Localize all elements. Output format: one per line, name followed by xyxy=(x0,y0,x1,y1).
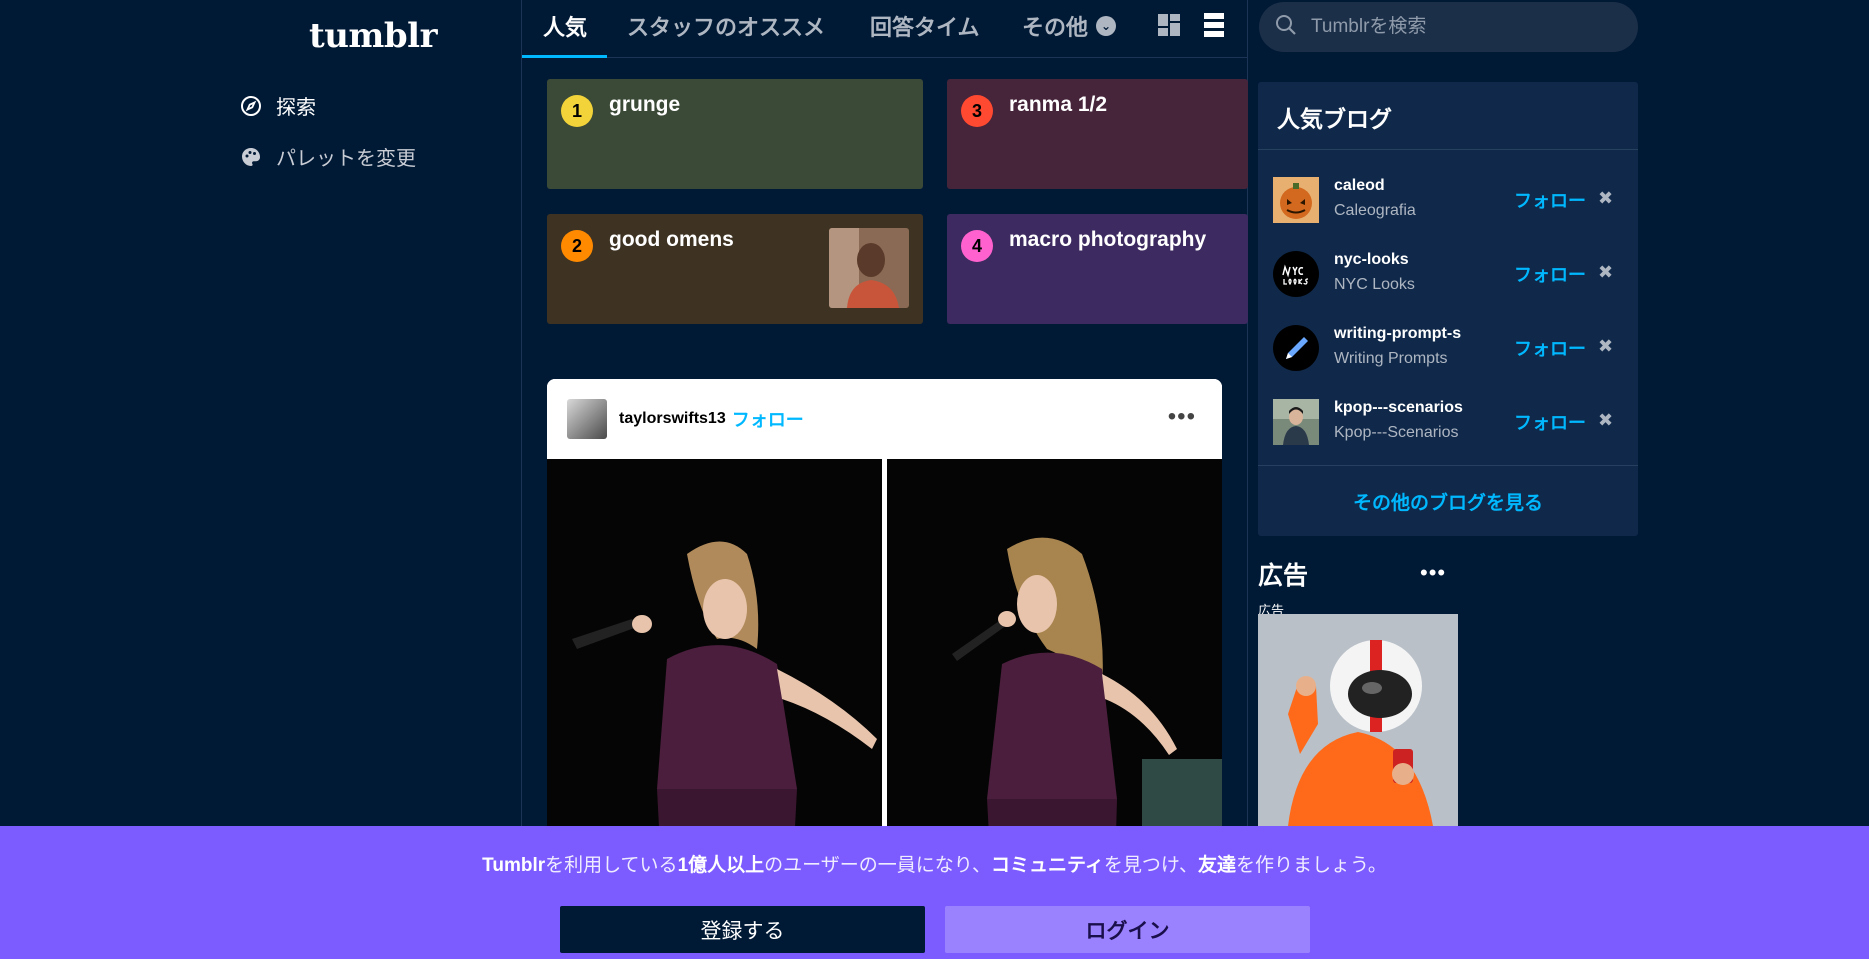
nav-explore-label: 探索 xyxy=(276,97,316,119)
blog-subtitle: NYC Looks xyxy=(1334,276,1415,293)
banner-message: Tumblrを利用している1億人以上のユーザーの一員になり、コミュニティを見つけ… xyxy=(0,850,1869,877)
grid-view-icon[interactable] xyxy=(1157,12,1181,38)
tumblr-logo[interactable]: tumblr xyxy=(309,16,438,56)
trending-tag-card[interactable]: 3 ranma 1/2 xyxy=(947,79,1248,189)
post-username[interactable]: taylorswifts13 xyxy=(619,410,726,428)
blog-row[interactable]: writing-prompt-s Writing Prompts フォロー ✖ xyxy=(1258,319,1638,379)
list-view-icon[interactable] xyxy=(1202,12,1226,38)
trending-rank-badge: 4 xyxy=(961,230,993,262)
banner-text-brand: Tumblr xyxy=(482,855,546,876)
popular-blogs-title: 人気ブログ xyxy=(1277,106,1392,132)
avatar[interactable] xyxy=(1273,325,1319,371)
more-options-icon[interactable]: ••• xyxy=(1420,560,1446,586)
post-header: taylorswifts13 フォロー ••• xyxy=(547,379,1222,459)
blog-row[interactable]: nyc-looks NYC Looks フォロー ✖ xyxy=(1258,245,1638,305)
post-follow-button[interactable]: フォロー xyxy=(732,406,804,432)
avatar[interactable] xyxy=(1273,177,1319,223)
ad-section-title: 広告 xyxy=(1258,562,1309,590)
compass-icon xyxy=(240,95,262,117)
follow-button[interactable]: フォロー xyxy=(1514,187,1586,213)
blog-name[interactable]: caleod xyxy=(1334,177,1385,195)
nav-palette[interactable]: パレットを変更 xyxy=(240,142,416,171)
chevron-down-icon: ⌄ xyxy=(1096,16,1117,36)
tab-answer-time[interactable]: 回答タイム xyxy=(870,10,980,42)
search-input[interactable] xyxy=(1311,16,1611,38)
trending-rank-badge: 3 xyxy=(961,95,993,127)
trending-tag-card[interactable]: 4 macro photography xyxy=(947,214,1248,324)
explore-tabs: 人気 スタッフのオススメ 回答タイム その他 ⌄ xyxy=(522,0,1248,58)
trending-tag-name: grunge xyxy=(609,93,681,116)
blog-name[interactable]: writing-prompt-s xyxy=(1334,325,1461,343)
more-options-icon[interactable]: ••• xyxy=(1168,403,1196,431)
dismiss-icon[interactable]: ✖ xyxy=(1598,262,1613,283)
search-bar[interactable] xyxy=(1259,2,1638,52)
blog-row[interactable]: kpop---scenarios Kpop---Scenarios フォロー ✖ xyxy=(1258,393,1638,453)
divider xyxy=(1258,149,1638,150)
signup-banner: Tumblrを利用している1億人以上のユーザーの一員になり、コミュニティを見つけ… xyxy=(0,826,1869,959)
nav-palette-label: パレットを変更 xyxy=(276,148,416,170)
nav-explore[interactable]: 探索 xyxy=(240,91,316,120)
popular-blogs-panel: 人気ブログ caleod Caleografia フォロー ✖ nyc-look… xyxy=(1258,82,1638,536)
tab-popular[interactable]: 人気 xyxy=(543,10,587,42)
trending-rank-badge: 1 xyxy=(561,95,593,127)
follow-button[interactable]: フォロー xyxy=(1514,409,1586,435)
avatar[interactable] xyxy=(567,399,607,439)
search-icon xyxy=(1275,14,1297,41)
trending-rank-badge: 2 xyxy=(561,230,593,262)
blog-name[interactable]: kpop---scenarios xyxy=(1334,399,1463,417)
trending-tag-name: macro photography xyxy=(1009,228,1207,251)
blog-subtitle: Kpop---Scenarios xyxy=(1334,424,1459,441)
banner-text-strong: コミュニティ xyxy=(991,855,1104,876)
banner-text-strong: 1億人以上 xyxy=(677,855,765,876)
dismiss-icon[interactable]: ✖ xyxy=(1598,188,1613,209)
tab-staff-picks[interactable]: スタッフのオススメ xyxy=(627,10,825,42)
register-button[interactable]: 登録する xyxy=(560,906,925,953)
trending-tag-name: ranma 1/2 xyxy=(1009,93,1108,116)
blog-name[interactable]: nyc-looks xyxy=(1334,251,1409,269)
trending-tag-name: good omens xyxy=(609,228,734,251)
trending-tag-card[interactable]: 1 grunge xyxy=(547,79,923,189)
blog-subtitle: Caleografia xyxy=(1334,202,1416,219)
follow-button[interactable]: フォロー xyxy=(1514,261,1586,287)
login-button[interactable]: ログイン xyxy=(945,906,1310,953)
trending-thumbnail xyxy=(829,228,909,308)
follow-button[interactable]: フォロー xyxy=(1514,335,1586,361)
blog-row[interactable]: caleod Caleografia フォロー ✖ xyxy=(1258,171,1638,231)
tab-more-label: その他 xyxy=(1022,15,1089,40)
banner-text: を作りましょう。 xyxy=(1235,855,1387,876)
trending-tag-card[interactable]: 2 good omens xyxy=(547,214,923,324)
avatar[interactable] xyxy=(1273,251,1319,297)
main-feed: 人気 スタッフのオススメ 回答タイム その他 ⌄ 1 grunge 3 ranm… xyxy=(521,0,1248,959)
tab-more[interactable]: その他 ⌄ xyxy=(1022,10,1117,42)
dismiss-icon[interactable]: ✖ xyxy=(1598,336,1613,357)
divider xyxy=(1258,465,1638,466)
banner-text: を見つけ、 xyxy=(1103,855,1198,876)
avatar[interactable] xyxy=(1273,399,1319,445)
banner-text: のユーザーの一員になり、 xyxy=(764,855,992,876)
dismiss-icon[interactable]: ✖ xyxy=(1598,410,1613,431)
active-tab-underline xyxy=(522,55,607,58)
palette-icon xyxy=(240,146,262,168)
ad-image[interactable] xyxy=(1258,614,1458,826)
banner-text-strong: 友達 xyxy=(1197,855,1236,876)
blog-subtitle: Writing Prompts xyxy=(1334,350,1448,367)
banner-text: を利用している xyxy=(545,855,678,876)
more-blogs-link[interactable]: その他のブログを見る xyxy=(1258,488,1638,515)
